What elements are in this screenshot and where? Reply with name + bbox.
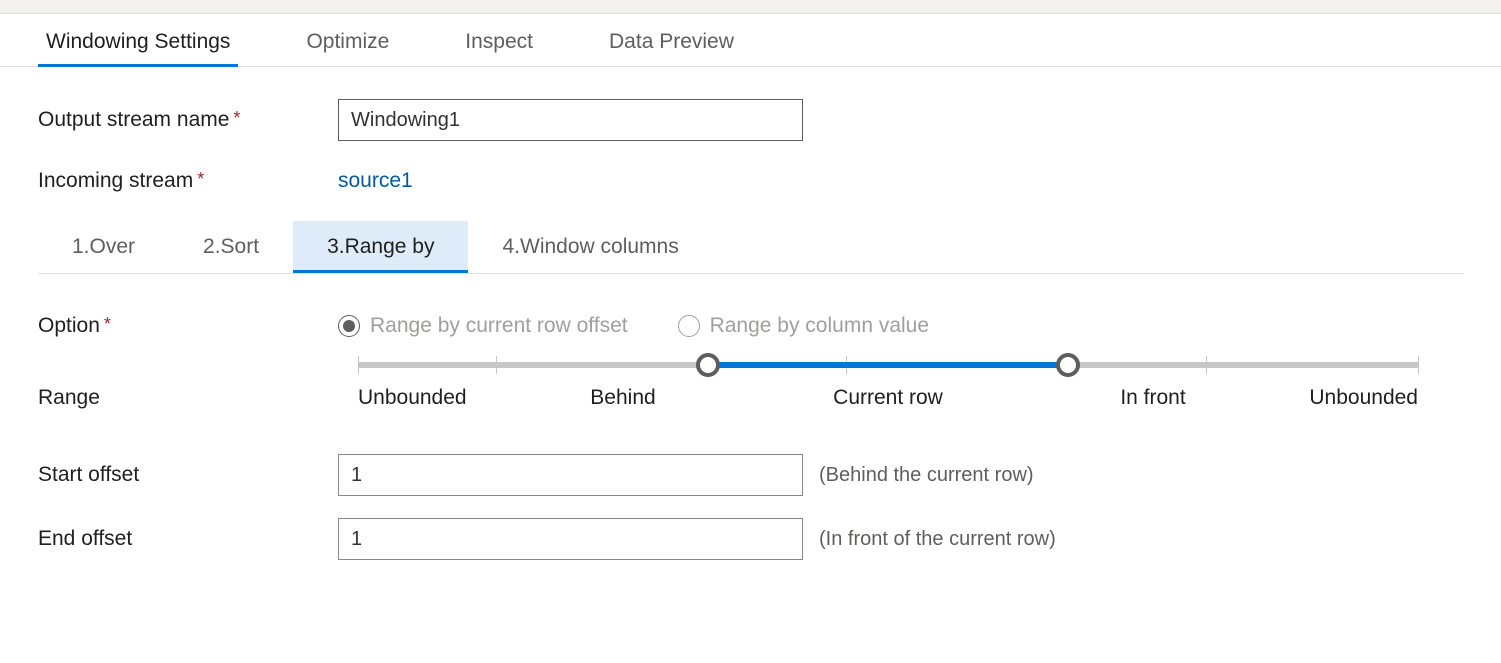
end-offset-hint: (In front of the current row)	[819, 528, 1056, 551]
subtab-sort[interactable]: 2.Sort	[169, 221, 293, 273]
slider-fill	[708, 362, 1068, 368]
option-label: Option*	[38, 314, 338, 338]
radio-label: Range by column value	[710, 314, 929, 338]
start-offset-label: Start offset	[38, 463, 338, 487]
tab-optimize[interactable]: Optimize	[298, 24, 397, 66]
slider-label-behind: Behind	[590, 386, 655, 410]
radio-range-by-column-value[interactable]: Range by column value	[678, 314, 929, 338]
output-stream-label: Output stream name*	[38, 108, 338, 132]
slider-tick	[1206, 356, 1207, 374]
range-slider[interactable]: Unbounded Behind Current row In front Un…	[358, 362, 1418, 414]
window-chrome	[0, 0, 1501, 14]
slider-handle-start[interactable]	[696, 353, 720, 377]
range-label: Range	[38, 352, 338, 410]
radio-circle-icon	[678, 315, 700, 337]
radio-label: Range by current row offset	[370, 314, 628, 338]
slider-label-unbounded-left: Unbounded	[358, 386, 467, 410]
slider-label-in-front: In front	[1120, 386, 1185, 410]
slider-tick	[1418, 356, 1419, 374]
required-indicator: *	[104, 314, 111, 334]
settings-panel: Output stream name* Incoming stream* sou…	[0, 67, 1501, 628]
slider-labels: Unbounded Behind Current row In front Un…	[358, 386, 1418, 414]
end-offset-label: End offset	[38, 527, 338, 551]
subtab-window-columns[interactable]: 4.Window columns	[468, 221, 712, 273]
radio-circle-icon	[338, 315, 360, 337]
slider-track	[358, 362, 1418, 368]
subtab-range-by[interactable]: 3.Range by	[293, 221, 468, 273]
slider-label-current-row: Current row	[833, 386, 943, 410]
slider-tick	[496, 356, 497, 374]
option-radio-group: Range by current row offset Range by col…	[338, 314, 929, 338]
radio-range-by-row-offset[interactable]: Range by current row offset	[338, 314, 628, 338]
slider-handle-end[interactable]	[1056, 353, 1080, 377]
end-offset-input[interactable]	[338, 518, 803, 560]
slider-label-unbounded-right: Unbounded	[1309, 386, 1418, 410]
tab-windowing-settings[interactable]: Windowing Settings	[38, 24, 238, 66]
main-tab-strip: Windowing Settings Optimize Inspect Data…	[0, 14, 1501, 67]
required-indicator: *	[233, 108, 240, 128]
start-offset-input[interactable]	[338, 454, 803, 496]
incoming-stream-link[interactable]: source1	[338, 169, 413, 193]
start-offset-hint: (Behind the current row)	[819, 464, 1034, 487]
tab-inspect[interactable]: Inspect	[457, 24, 541, 66]
output-stream-input[interactable]	[338, 99, 803, 141]
tab-data-preview[interactable]: Data Preview	[601, 24, 742, 66]
required-indicator: *	[197, 169, 204, 189]
incoming-stream-label: Incoming stream*	[38, 169, 338, 193]
subtab-over[interactable]: 1.Over	[38, 221, 169, 273]
sub-tab-strip: 1.Over 2.Sort 3.Range by 4.Window column…	[38, 221, 1463, 273]
slider-tick	[358, 356, 359, 374]
